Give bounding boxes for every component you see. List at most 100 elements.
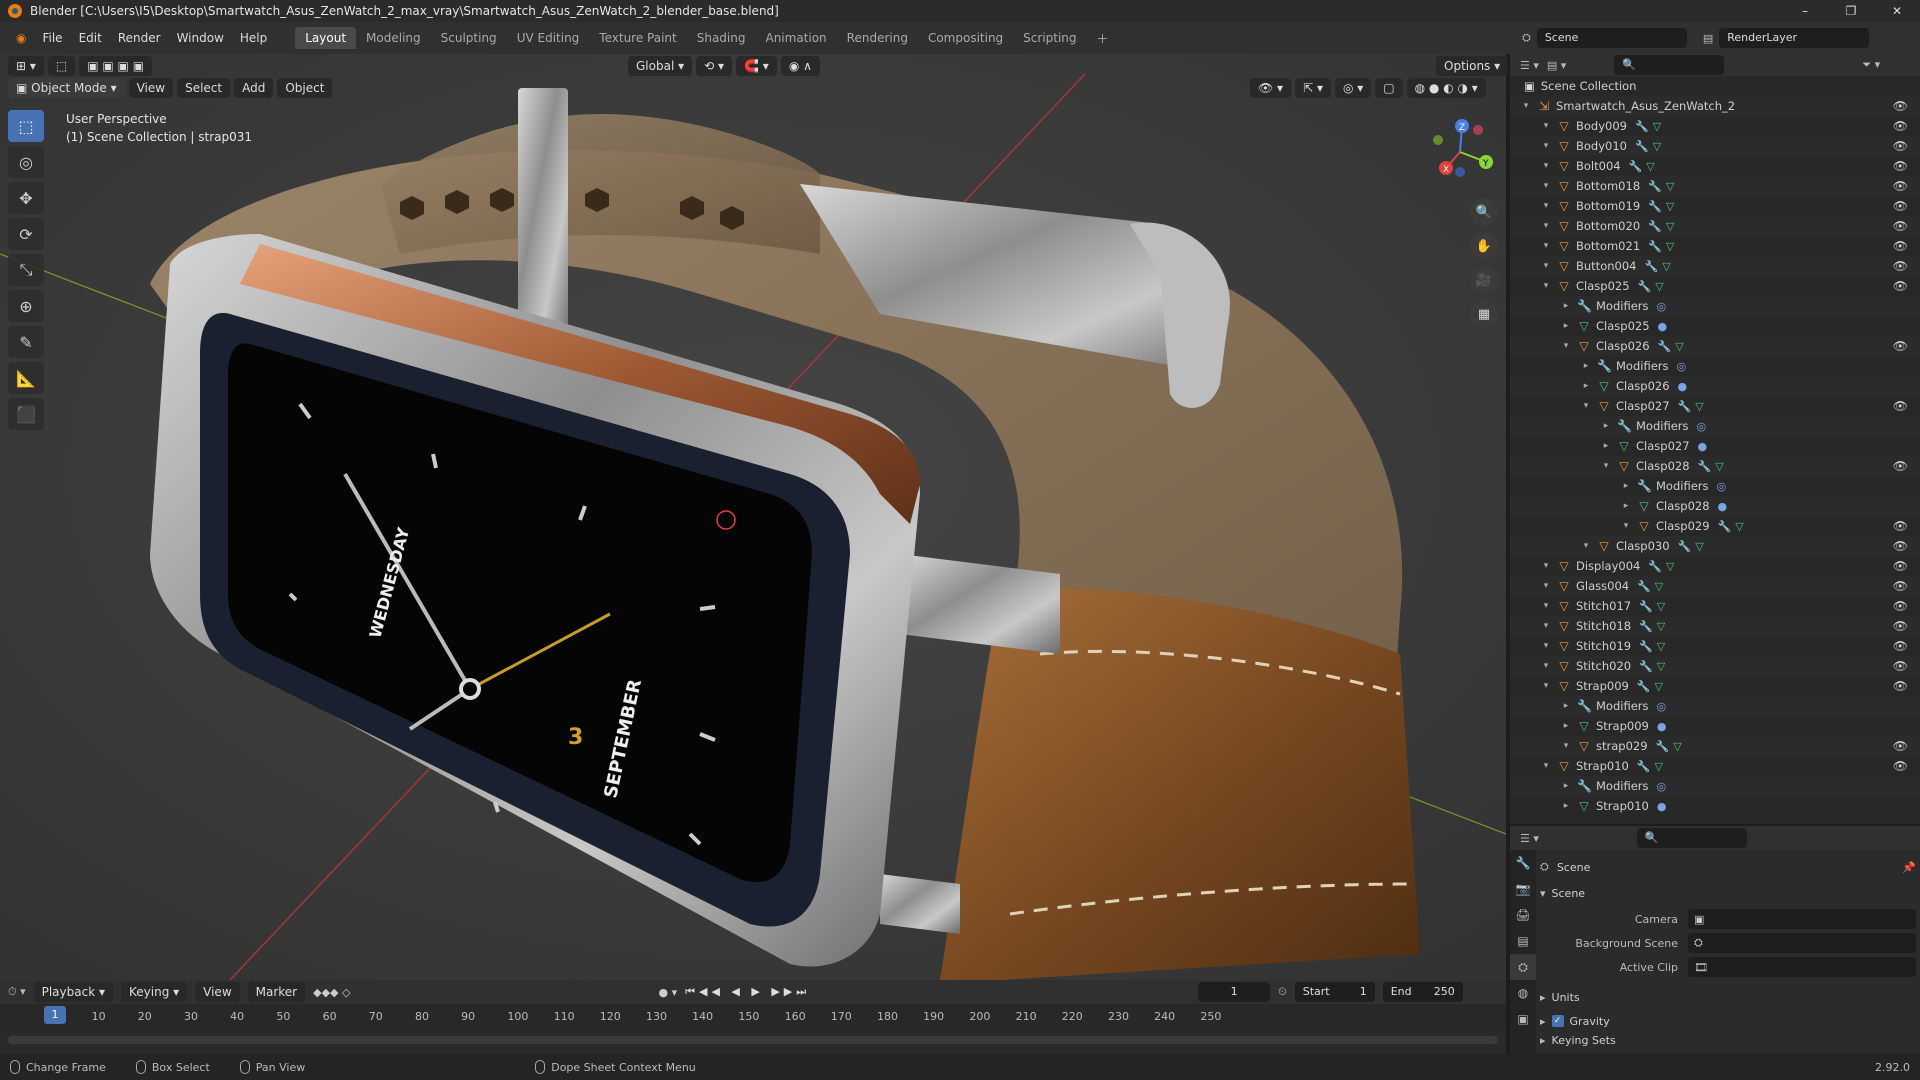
outliner-item[interactable]: ▾ ▽ Bolt004 🔧 ▽ 👁 (1510, 156, 1920, 176)
modifier-indicator-icon[interactable]: 🔧 (1658, 340, 1672, 353)
outliner-item[interactable]: ▾ ▽ Stitch018 🔧 ▽ 👁 (1510, 616, 1920, 636)
mesh-data-icon[interactable]: ▽ (1657, 660, 1665, 673)
modifier-indicator-icon[interactable]: 🔧 (1648, 180, 1662, 193)
expand-arrow-icon[interactable]: ▾ (1540, 761, 1552, 771)
expand-arrow-icon[interactable]: ▾ (1540, 641, 1552, 651)
menu-keying[interactable]: Keying ▾ (121, 982, 188, 1002)
modifier-indicator-icon[interactable]: 🔧 (1648, 200, 1662, 213)
visibility-eye-icon[interactable]: 👁 (1893, 159, 1908, 173)
camera-icon[interactable]: 🎥 (1470, 266, 1498, 294)
playhead[interactable]: 1 (44, 1006, 66, 1024)
modifier-indicator-icon[interactable]: 🔧 (1629, 160, 1643, 173)
visibility-eye-icon[interactable]: 👁 (1893, 759, 1908, 773)
add-cube-icon[interactable]: ⬛ (8, 398, 44, 430)
tab-layout[interactable]: Layout (295, 27, 357, 49)
select-tool-icon[interactable]: ⬚ (47, 56, 76, 76)
menu-timeline-view[interactable]: View (195, 982, 240, 1002)
visibility-eye-icon[interactable]: 👁 (1893, 659, 1908, 673)
outliner-item[interactable]: ▾ ▽ Glass004 🔧 ▽ 👁 (1510, 576, 1920, 596)
annotate-icon[interactable]: ✎ (8, 326, 44, 358)
outliner-item[interactable]: ▾ ▽ Stitch020 🔧 ▽ 👁 (1510, 656, 1920, 676)
gravity-checkbox[interactable]: ✓ (1551, 1015, 1564, 1027)
mesh-data-icon[interactable]: ▽ (1657, 600, 1665, 613)
visibility-eye-icon[interactable]: 👁 (1893, 639, 1908, 653)
visibility-eye-icon[interactable]: 👁 (1893, 519, 1908, 533)
visibility-eye-icon[interactable]: 👁 (1893, 599, 1908, 613)
material-icon[interactable]: ● (1658, 320, 1668, 333)
outliner-item[interactable]: ▾ ▽ Bottom019 🔧 ▽ 👁 (1510, 196, 1920, 216)
visibility-eye-icon[interactable]: 👁 (1893, 339, 1908, 353)
orientation-dropdown[interactable]: Global ▾ (628, 56, 693, 76)
modifier-indicator-icon[interactable]: 🔧 (1648, 220, 1662, 233)
material-icon[interactable]: ● (1657, 720, 1667, 733)
outliner-item[interactable]: ▸ ▽ Clasp027 ● (1510, 436, 1920, 456)
modifier-stack-icon[interactable]: ◎ (1657, 700, 1667, 713)
modifier-indicator-icon[interactable]: 🔧 (1638, 280, 1652, 293)
outliner-item[interactable]: ▾ ▽ Clasp027 🔧 ▽ 👁 (1510, 396, 1920, 416)
mesh-data-icon[interactable]: ▽ (1655, 680, 1663, 693)
record-icon[interactable]: ● ▾ (658, 986, 677, 999)
expand-arrow-icon[interactable]: ▾ (1560, 741, 1572, 751)
expand-arrow-icon[interactable]: ▾ (1540, 201, 1552, 211)
visibility-eye-icon[interactable]: 👁 (1893, 579, 1908, 593)
shading-modes[interactable]: ◍ ● ◐ ◑ ▾ (1406, 78, 1486, 98)
visibility-eye-icon[interactable]: 👁 (1893, 539, 1908, 553)
visibility-eye-icon[interactable]: 👁 (1893, 119, 1908, 133)
outliner-item[interactable]: ▾ ▽ Display004 🔧 ▽ 👁 (1510, 556, 1920, 576)
mesh-data-icon[interactable]: ▽ (1655, 280, 1663, 293)
visibility-eye-icon[interactable]: 👁 (1893, 99, 1908, 113)
modifier-indicator-icon[interactable]: 🔧 (1639, 660, 1653, 673)
mesh-data-icon[interactable]: ▽ (1657, 620, 1665, 633)
overlay-icon[interactable]: ◎ ▾ (1334, 78, 1372, 98)
zoom-icon[interactable]: 🔍 (1470, 198, 1498, 226)
outliner-item[interactable]: ▾ ⇲ Smartwatch_Asus_ZenWatch_2 👁 (1510, 96, 1920, 116)
outliner-item[interactable]: ▾ ▽ Clasp030 🔧 ▽ 👁 (1510, 536, 1920, 556)
end-frame-field[interactable]: End 250 (1382, 982, 1463, 1002)
mesh-data-icon[interactable]: ▽ (1666, 220, 1674, 233)
mesh-data-icon[interactable]: ▽ (1666, 240, 1674, 253)
outliner-item[interactable]: ▾ ▽ Body010 🔧 ▽ 👁 (1510, 136, 1920, 156)
playback-controls[interactable]: ⏮◀◀ ◀ ▶ ▶▶⏭ (685, 985, 810, 999)
menu-marker[interactable]: Marker (247, 982, 306, 1002)
expand-arrow-icon[interactable]: ▸ (1580, 361, 1592, 371)
outliner-item[interactable]: ▸ 🔧 Modifiers ◎ (1510, 776, 1920, 796)
expand-arrow-icon[interactable]: ▾ (1540, 261, 1552, 271)
expand-arrow-icon[interactable]: ▾ (1540, 681, 1552, 691)
expand-arrow-icon[interactable]: ▾ (1560, 341, 1572, 351)
visibility-eye-icon[interactable]: 👁 (1893, 619, 1908, 633)
view-layer-tab-icon[interactable]: ▤ (1510, 928, 1536, 954)
mesh-data-icon[interactable]: ▽ (1666, 180, 1674, 193)
expand-arrow-icon[interactable]: ▾ (1540, 581, 1552, 591)
output-tab-icon[interactable]: 🖨 (1510, 902, 1536, 928)
outliner-item[interactable]: ▾ ▽ Clasp028 🔧 ▽ 👁 (1510, 456, 1920, 476)
outliner-item[interactable]: ▸ 🔧 Modifiers ◎ (1510, 356, 1920, 376)
navigation-gizmo[interactable]: X Y Z (1420, 112, 1500, 192)
mesh-data-icon[interactable]: ▽ (1657, 640, 1665, 653)
outliner-item[interactable]: ▾ ▽ Strap010 🔧 ▽ 👁 (1510, 756, 1920, 776)
keying-sets-panel-header[interactable]: ▸ Keying Sets (1540, 1032, 1916, 1048)
outliner-item[interactable]: ▾ ▽ Clasp029 🔧 ▽ 👁 (1510, 516, 1920, 536)
outliner-item[interactable]: ▾ ▽ Body009 🔧 ▽ 👁 (1510, 116, 1920, 136)
outliner-item[interactable]: ▾ ▽ Button004 🔧 ▽ 👁 (1510, 256, 1920, 276)
expand-arrow-icon[interactable]: ▾ (1520, 101, 1532, 111)
expand-arrow-icon[interactable]: ▸ (1560, 301, 1572, 311)
visibility-eye-icon[interactable]: 👁 (1893, 239, 1908, 253)
outliner-item[interactable]: ▸ ▽ Clasp026 ● (1510, 376, 1920, 396)
mesh-data-icon[interactable]: ▽ (1662, 260, 1670, 273)
mesh-data-icon[interactable]: ▽ (1675, 340, 1683, 353)
select-box-icon[interactable]: ⬚ (8, 110, 44, 142)
mesh-data-icon[interactable]: ▽ (1653, 120, 1661, 133)
background-scene-field[interactable]: ⛭ (1688, 933, 1916, 953)
tab-scripting[interactable]: Scripting (1013, 27, 1086, 49)
expand-arrow-icon[interactable]: ▾ (1540, 281, 1552, 291)
cursor-icon[interactable]: ◎ (8, 146, 44, 178)
outliner-item[interactable]: ▾ ▽ strap029 🔧 ▽ 👁 (1510, 736, 1920, 756)
modifier-indicator-icon[interactable]: 🔧 (1718, 520, 1732, 533)
expand-arrow-icon[interactable]: ▸ (1620, 481, 1632, 491)
menu-add[interactable]: Add (234, 78, 274, 98)
add-workspace-icon[interactable]: ＋ (1087, 26, 1119, 51)
outliner-item[interactable]: ▾ ▽ Clasp025 🔧 ▽ 👁 (1510, 276, 1920, 296)
modifier-indicator-icon[interactable]: 🔧 (1656, 740, 1670, 753)
visibility-eye-icon[interactable]: 👁 (1893, 139, 1908, 153)
menu-window[interactable]: Window (169, 31, 232, 45)
